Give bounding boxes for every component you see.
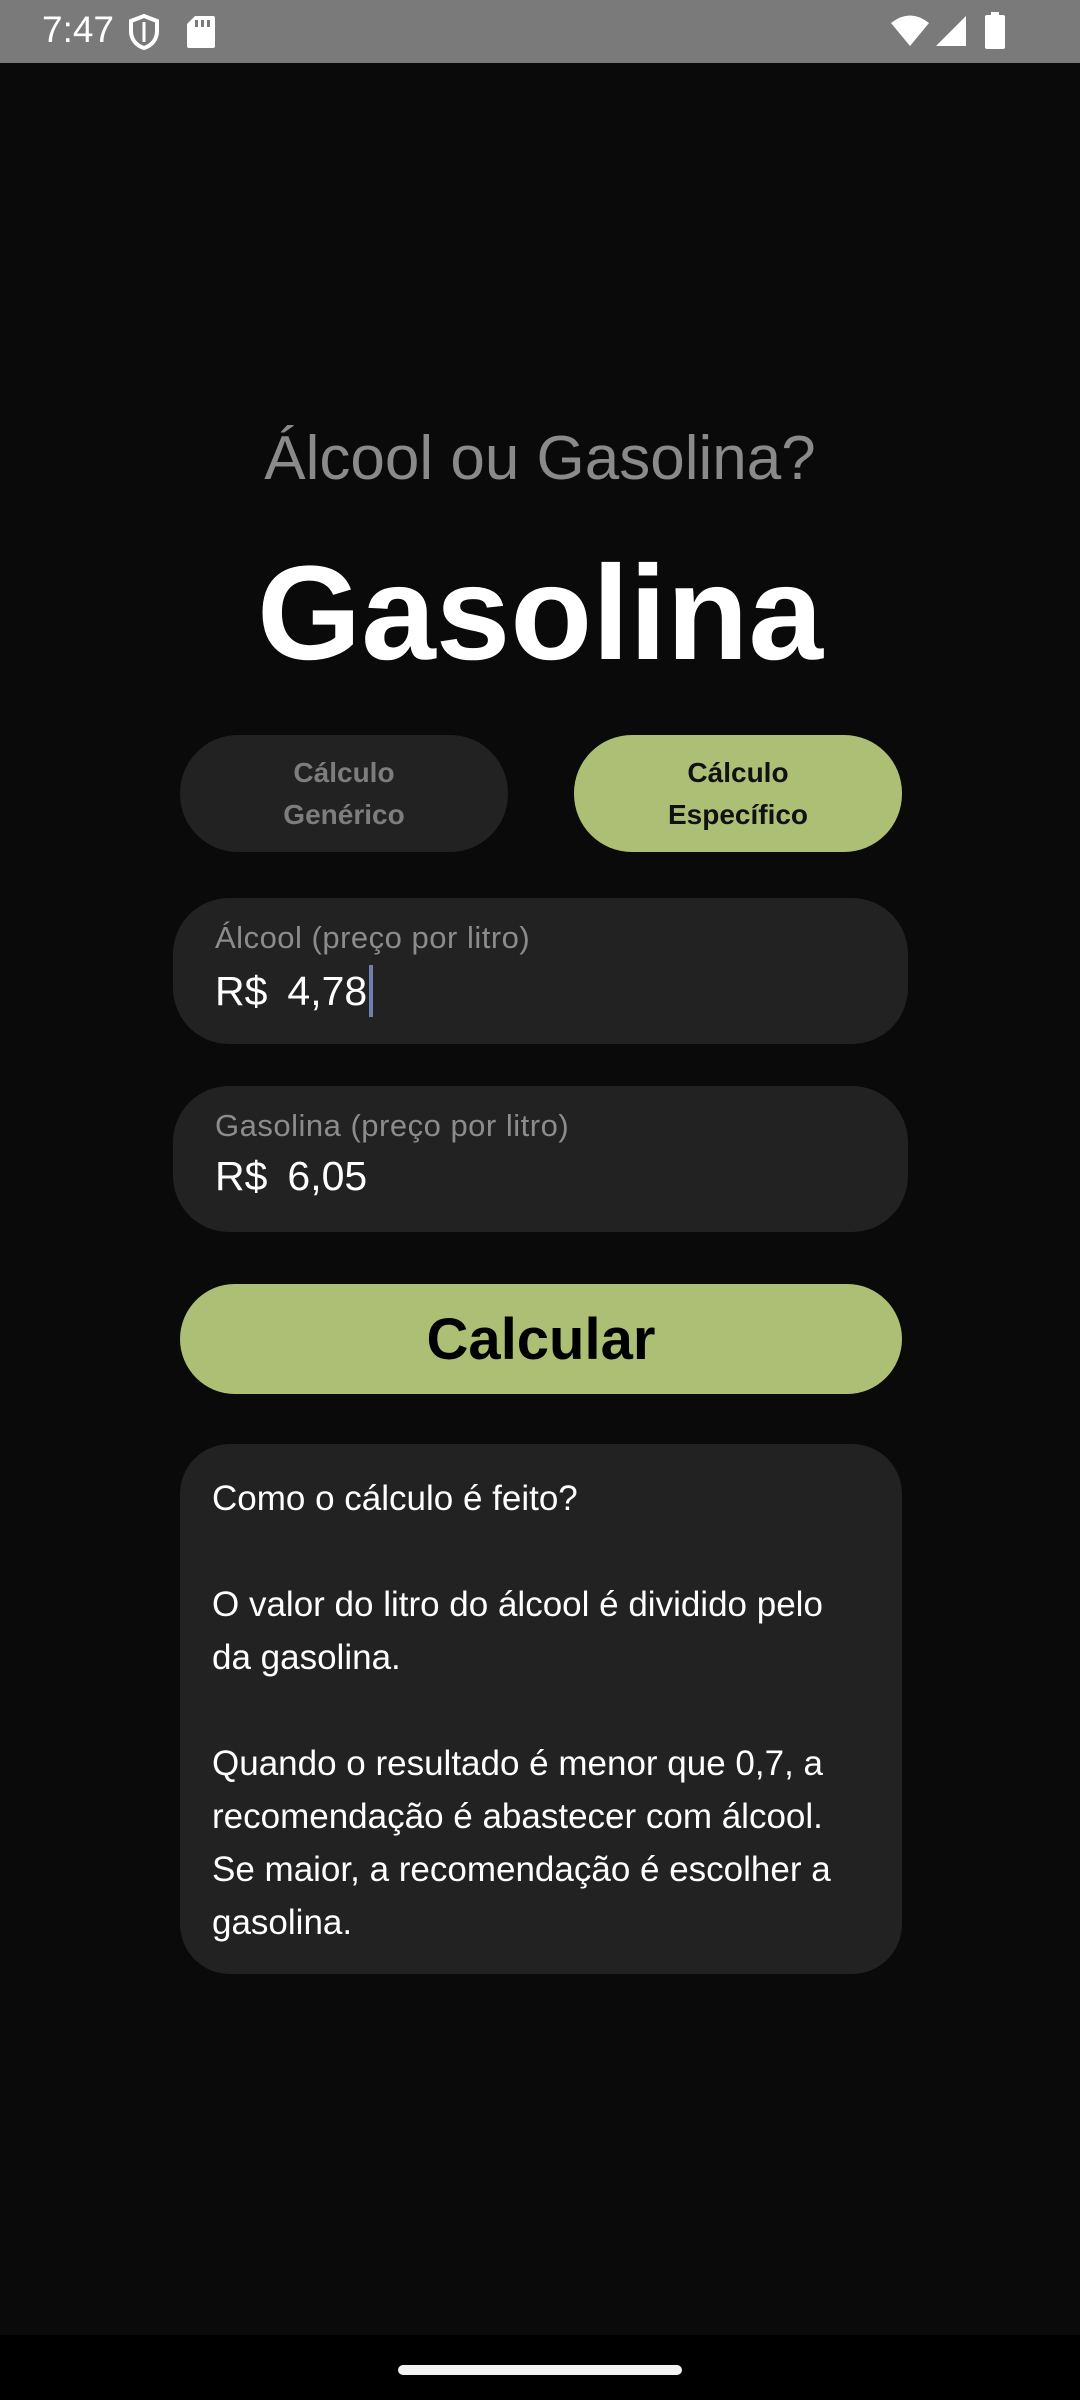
text-cursor <box>369 965 374 1017</box>
home-gesture-handle[interactable] <box>398 2365 682 2375</box>
battery-icon <box>984 12 1006 55</box>
generic-calculation-button[interactable]: Cálculo Genérico <box>180 735 508 852</box>
result-title: Gasolina <box>257 539 823 688</box>
page-subtitle: Álcool ou Gasolina? <box>264 424 816 493</box>
shield-icon <box>128 13 160 55</box>
gasoline-price-label: Gasolina (preço por litro) <box>215 1108 570 1143</box>
signal-icon <box>934 14 968 53</box>
status-time: 7:47 <box>42 9 115 50</box>
info-paragraph-2: Quando o resultado é menor que 0,7, a re… <box>212 1744 831 1942</box>
alcohol-price-input[interactable]: R$ 4,78 <box>215 965 374 1017</box>
alcohol-price-field[interactable]: Álcool (preço por litro) R$ 4,78 <box>173 898 908 1044</box>
alcohol-price-label: Álcool (preço por litro) <box>215 920 531 955</box>
app-screen: Álcool ou Gasolina? Gasolina Cálculo Gen… <box>0 63 1080 2335</box>
specific-calculation-button[interactable]: Cálculo Específico <box>574 735 902 852</box>
info-card: Como o cálculo é feito? O valor do litro… <box>180 1444 902 1974</box>
currency-prefix: R$ <box>215 967 268 1014</box>
gasoline-price-input[interactable]: R$ 6,05 <box>215 1153 367 1200</box>
currency-prefix: R$ <box>215 1153 268 1199</box>
sd-card-icon <box>186 15 216 54</box>
wifi-icon <box>890 14 930 53</box>
status-bar: 7:47 <box>0 0 1080 63</box>
info-paragraph-1: O valor do litro do álcool é dividido pe… <box>212 1585 823 1677</box>
gasoline-price-value: 6,05 <box>287 1153 368 1199</box>
info-question: Como o cálculo é feito? <box>212 1479 578 1518</box>
alcohol-price-value: 4,78 <box>287 967 368 1014</box>
gasoline-price-field[interactable]: Gasolina (preço por litro) R$ 6,05 <box>173 1086 908 1232</box>
calculate-button[interactable]: Calcular <box>180 1284 902 1394</box>
navigation-bar <box>0 2335 1080 2400</box>
